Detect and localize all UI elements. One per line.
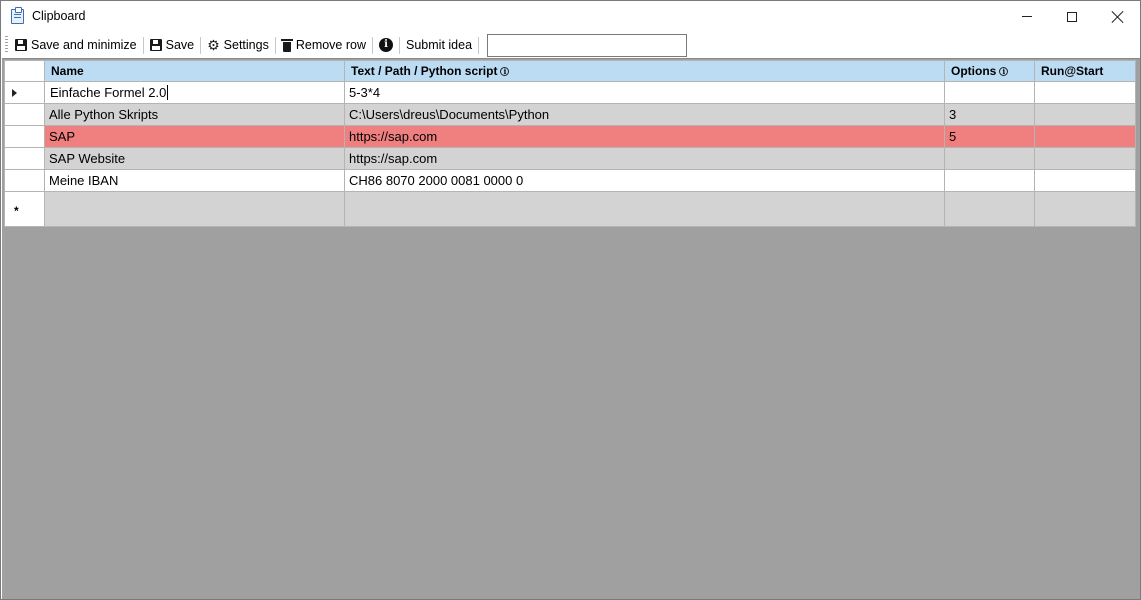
column-header-label: Run@Start bbox=[1041, 64, 1104, 78]
text-cell[interactable]: C:\Users\dreus\Documents\Python bbox=[344, 103, 945, 126]
name-cell-editor[interactable]: Einfache Formel 2.0 bbox=[49, 85, 169, 100]
column-header-text[interactable]: Text / Path / Python script i bbox=[344, 60, 945, 82]
submit-idea-label: Submit idea bbox=[406, 38, 473, 52]
current-row-arrow-icon bbox=[12, 89, 17, 97]
corner-header[interactable] bbox=[4, 60, 45, 82]
data-grid: Name Text / Path / Python script i Option… bbox=[4, 60, 1136, 227]
remove-row-button[interactable]: Remove row bbox=[278, 34, 370, 56]
app-window: Clipboard Save and minimize Save ⚙ Setti… bbox=[0, 0, 1141, 600]
options-cell[interactable] bbox=[944, 147, 1035, 170]
remove-row-label: Remove row bbox=[295, 38, 367, 52]
name-cell[interactable] bbox=[44, 191, 345, 227]
save-and-minimize-button[interactable]: Save and minimize bbox=[11, 34, 141, 56]
run-at-start-cell[interactable] bbox=[1034, 169, 1136, 192]
info-icon: i bbox=[379, 38, 394, 52]
row-header[interactable] bbox=[4, 169, 45, 192]
close-button[interactable] bbox=[1095, 1, 1141, 32]
window-title: Clipboard bbox=[32, 9, 86, 23]
toolbar-grip[interactable] bbox=[5, 36, 8, 54]
options-cell[interactable] bbox=[944, 191, 1035, 227]
text-cell[interactable]: https://sap.com bbox=[344, 147, 945, 170]
run-at-start-cell[interactable] bbox=[1034, 81, 1136, 104]
floppy-disk-icon bbox=[149, 39, 162, 51]
table-row[interactable]: SAP https://sap.com 5 bbox=[4, 125, 1136, 148]
text-cell[interactable]: https://sap.com bbox=[344, 125, 945, 148]
toolbar-separator bbox=[142, 36, 144, 54]
close-icon bbox=[1112, 11, 1124, 23]
options-cell[interactable]: 3 bbox=[944, 103, 1035, 126]
settings-label: Settings bbox=[223, 38, 269, 52]
toolbar-separator bbox=[478, 36, 480, 54]
column-header-run-at-start[interactable]: Run@Start bbox=[1034, 60, 1136, 82]
toolbar-separator bbox=[274, 36, 276, 54]
run-at-start-cell[interactable] bbox=[1034, 147, 1136, 170]
text-cell[interactable]: 5-3*4 bbox=[344, 81, 945, 104]
table-row[interactable]: Meine IBAN CH86 8070 2000 0081 0000 0 bbox=[4, 169, 1136, 192]
submit-idea-button[interactable]: Submit idea bbox=[402, 34, 476, 56]
options-cell[interactable]: 5 bbox=[944, 125, 1035, 148]
new-row-marker: * bbox=[14, 204, 19, 218]
save-button[interactable]: Save bbox=[146, 34, 199, 56]
toolbar: Save and minimize Save ⚙ Settings Remove… bbox=[1, 32, 1140, 58]
toolbar-separator bbox=[200, 36, 202, 54]
gear-icon: ⚙ bbox=[207, 37, 220, 53]
table-row[interactable]: Alle Python Skripts C:\Users\dreus\Docum… bbox=[4, 103, 1136, 126]
trash-icon bbox=[280, 38, 293, 52]
minimize-button[interactable] bbox=[1004, 1, 1050, 32]
clipboard-icon bbox=[11, 7, 24, 24]
row-header[interactable]: * bbox=[4, 191, 45, 227]
data-grid-area: Name Text / Path / Python script i Option… bbox=[2, 58, 1140, 599]
text-cell[interactable]: CH86 8070 2000 0081 0000 0 bbox=[344, 169, 945, 192]
column-header-options[interactable]: Options i bbox=[944, 60, 1035, 82]
table-row[interactable]: Einfache Formel 2.0 5-3*4 bbox=[4, 81, 1136, 104]
run-at-start-cell[interactable] bbox=[1034, 191, 1136, 227]
run-at-start-cell[interactable] bbox=[1034, 125, 1136, 148]
column-header-name[interactable]: Name bbox=[44, 60, 345, 82]
row-header[interactable] bbox=[4, 81, 45, 104]
options-cell[interactable] bbox=[944, 169, 1035, 192]
row-header[interactable] bbox=[4, 147, 45, 170]
row-header[interactable] bbox=[4, 103, 45, 126]
column-header-label: Text / Path / Python script bbox=[351, 64, 498, 78]
info-icon[interactable]: i bbox=[999, 67, 1009, 76]
toolbar-separator bbox=[372, 36, 374, 54]
run-at-start-cell[interactable] bbox=[1034, 103, 1136, 126]
floppy-disk-icon bbox=[15, 39, 27, 51]
column-header-label: Options bbox=[951, 64, 997, 78]
name-cell[interactable]: SAP bbox=[44, 125, 345, 148]
maximize-icon bbox=[1067, 11, 1077, 22]
new-row[interactable]: * bbox=[4, 191, 1136, 227]
info-button[interactable]: i bbox=[375, 34, 397, 56]
toolbar-separator bbox=[399, 36, 401, 54]
save-and-minimize-label: Save and minimize bbox=[31, 38, 137, 52]
save-label: Save bbox=[165, 38, 195, 52]
header-row: Name Text / Path / Python script i Option… bbox=[4, 60, 1136, 82]
name-cell[interactable]: Einfache Formel 2.0 bbox=[44, 81, 345, 104]
title-bar: Clipboard bbox=[1, 1, 1140, 32]
row-header[interactable] bbox=[4, 125, 45, 148]
options-cell[interactable] bbox=[944, 81, 1035, 104]
search-input[interactable] bbox=[487, 33, 688, 57]
settings-button[interactable]: ⚙ Settings bbox=[203, 34, 273, 56]
name-cell[interactable]: Alle Python Skripts bbox=[44, 103, 345, 126]
column-header-label: Name bbox=[51, 64, 84, 78]
maximize-button[interactable] bbox=[1049, 1, 1095, 32]
table-row[interactable]: SAP Website https://sap.com bbox=[4, 147, 1136, 170]
info-icon[interactable]: i bbox=[500, 67, 510, 76]
text-cell[interactable] bbox=[344, 191, 945, 227]
name-cell[interactable]: Meine IBAN bbox=[44, 169, 345, 192]
name-cell[interactable]: SAP Website bbox=[44, 147, 345, 170]
minimize-icon bbox=[1022, 16, 1032, 17]
